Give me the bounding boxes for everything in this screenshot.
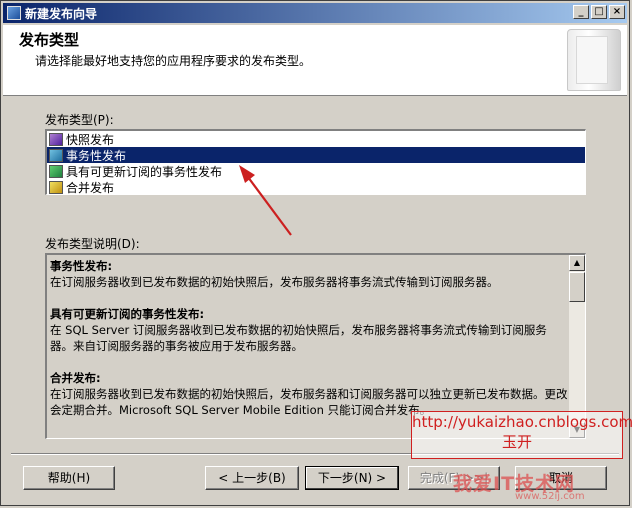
- title-bar[interactable]: 新建发布向导 _ □ ×: [3, 3, 627, 23]
- publication-type-list[interactable]: 快照发布 事务性发布 具有可更新订阅的事务性发布 合并发布: [45, 129, 586, 195]
- list-item-snapshot[interactable]: 快照发布: [47, 131, 585, 147]
- merge-publication-icon: [49, 180, 63, 194]
- page-title: 发布类型: [19, 31, 80, 49]
- description-label: 发布类型说明(D):: [45, 237, 140, 251]
- scroll-thumb[interactable]: [569, 272, 585, 302]
- description-content: 事务性发布: 在订阅服务器收到已发布数据的初始快照后，发布服务器将事务流式传输到…: [50, 258, 568, 418]
- updatable-publication-icon: [49, 164, 63, 178]
- list-item-label: 合并发布: [66, 180, 115, 195]
- transactional-publication-icon: [49, 148, 63, 162]
- close-button[interactable]: ×: [609, 5, 625, 19]
- list-item-transactional[interactable]: 事务性发布: [47, 147, 585, 163]
- list-item-label: 具有可更新订阅的事务性发布: [66, 164, 223, 179]
- list-item-label: 事务性发布: [66, 148, 127, 163]
- window-title: 新建发布向导: [25, 6, 98, 21]
- list-item-updatable-transactional[interactable]: 具有可更新订阅的事务性发布: [47, 163, 585, 179]
- wizard-app-icon: [7, 6, 21, 20]
- watermark-site-url: www.52ij.com: [515, 491, 585, 502]
- scroll-up-arrow-icon[interactable]: ▲: [569, 255, 585, 271]
- section-text-transactional: 在订阅服务器收到已发布数据的初始快照后，发布服务器将事务流式传输到订阅服务器。: [50, 275, 499, 289]
- publication-type-label: 发布类型(P):: [45, 113, 114, 127]
- section-title-updatable: 具有可更新订阅的事务性发布:: [50, 307, 205, 321]
- watermark-author: 玉开: [501, 433, 532, 451]
- maximize-button[interactable]: □: [591, 5, 607, 19]
- section-text-updatable: 在 SQL Server 订阅服务器收到已发布数据的初始快照后，发布服务器将事务…: [50, 323, 547, 353]
- page-subtitle: 请选择能最好地支持您的应用程序要求的发布类型。: [35, 54, 312, 68]
- window-controls: _ □ ×: [573, 5, 625, 19]
- publication-wizard-window: 新建发布向导 _ □ × 发布类型 请选择能最好地支持您的应用程序要求的发布类型…: [0, 0, 632, 506]
- snapshot-publication-icon: [49, 132, 63, 146]
- watermark-url: http://yukaizhao.cnblogs.com: [412, 413, 632, 431]
- wizard-banner-icon: [567, 29, 621, 91]
- next-button[interactable]: 下一步(N) >: [305, 466, 399, 490]
- list-item-merge[interactable]: 合并发布: [47, 179, 585, 195]
- help-button[interactable]: 帮助(H): [23, 466, 115, 490]
- section-title-transactional: 事务性发布:: [50, 259, 113, 273]
- wizard-header: 发布类型 请选择能最好地支持您的应用程序要求的发布类型。: [3, 25, 627, 96]
- list-item-label: 快照发布: [66, 132, 115, 147]
- minimize-button[interactable]: _: [573, 5, 589, 19]
- annotation-arrow-icon: [239, 165, 292, 236]
- back-button[interactable]: < 上一步(B): [205, 466, 299, 490]
- watermark-box: http://yukaizhao.cnblogs.com 玉开: [411, 411, 632, 459]
- section-title-merge: 合并发布:: [50, 371, 101, 385]
